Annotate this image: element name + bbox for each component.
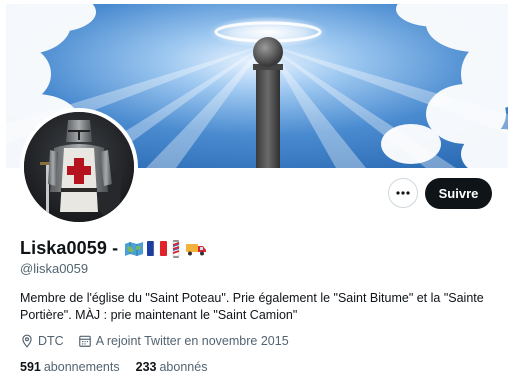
truck-emoji (186, 243, 207, 255)
followers-label: abonnés (159, 360, 208, 374)
location-item: DTC (20, 334, 64, 348)
following-link[interactable]: 591 abonnements (20, 360, 120, 374)
location-pin-icon (22, 334, 32, 348)
bio: Membre de l'église du "Saint Poteau". Pr… (20, 291, 484, 322)
calendar-icon (78, 335, 91, 347)
profile-meta: DTC A rejoint Twitter en novembre 2015 (20, 334, 289, 348)
joined-item: A rejoint Twitter en novembre 2015 (78, 334, 289, 348)
name-emojis (124, 239, 207, 258)
followers-count: 233 (135, 360, 157, 374)
follow-stats: 591 abonnements 233 abonnés (20, 360, 223, 374)
barber-pole-emoji (172, 239, 180, 258)
followers-link[interactable]: 233 abonnés (136, 360, 208, 374)
display-name-row: Liska0059 - (20, 238, 207, 259)
follow-button[interactable]: Suivre (425, 178, 492, 209)
map-emoji (125, 241, 144, 256)
following-label: abonnements (43, 360, 120, 374)
avatar[interactable] (24, 112, 134, 222)
joined-text: A rejoint Twitter en novembre 2015 (95, 334, 289, 348)
handle: @liska0059 (20, 261, 89, 276)
following-count: 591 (20, 360, 41, 374)
more-options-button[interactable] (388, 178, 418, 208)
more-horizontal-icon (396, 191, 410, 195)
location-text: DTC (38, 334, 64, 348)
france-flag-emoji (147, 241, 168, 256)
display-name: Liska0059 - (20, 238, 119, 258)
templar-knight-image (24, 112, 134, 222)
